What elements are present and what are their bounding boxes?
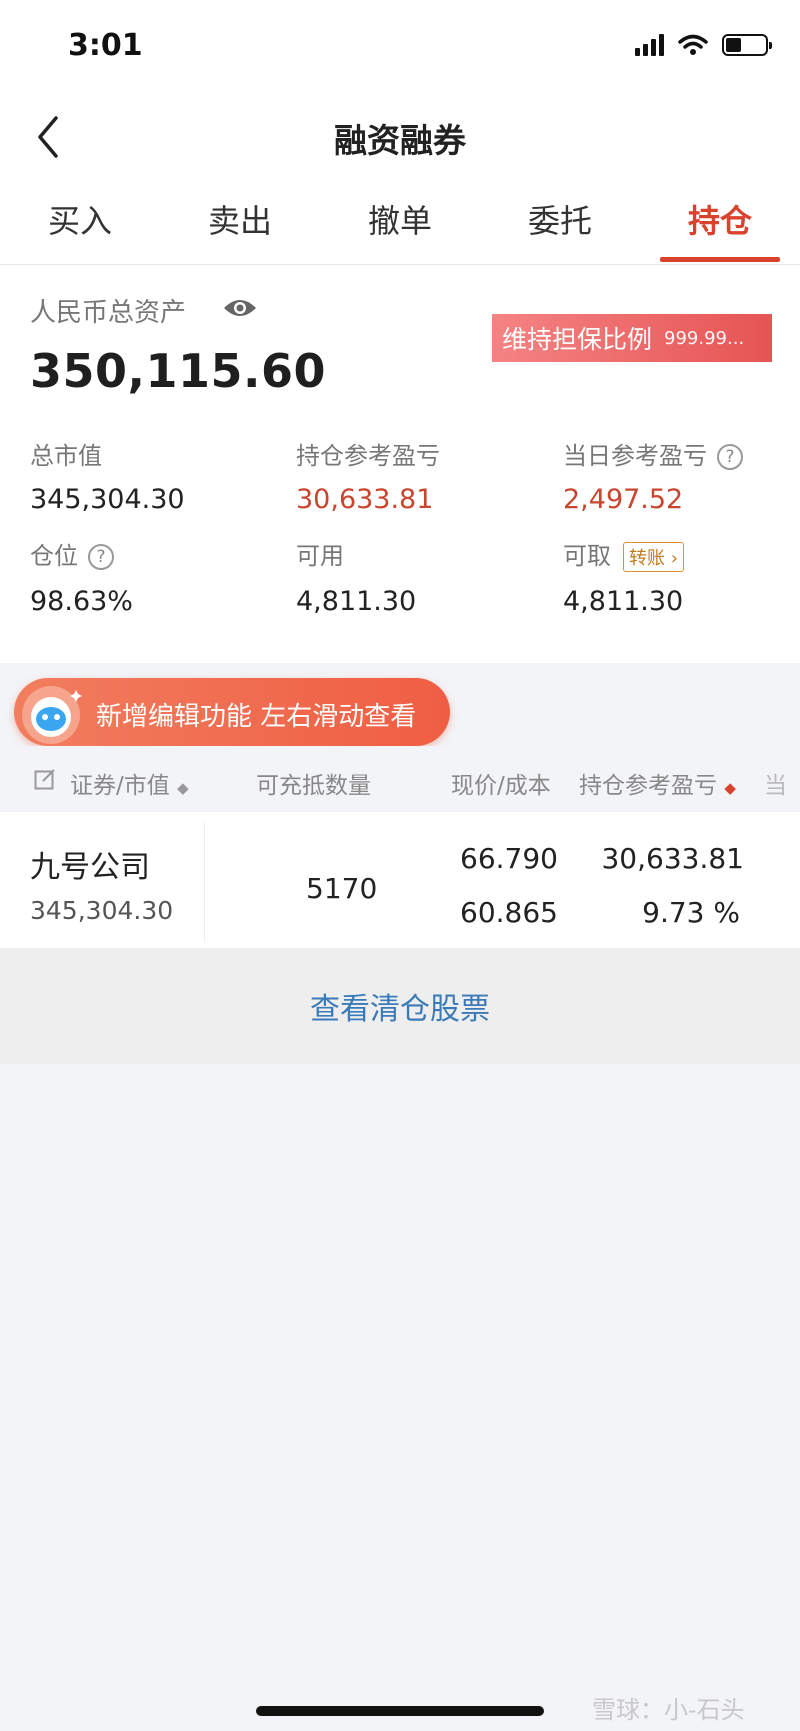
mascot-icon bbox=[22, 686, 82, 744]
sort-icon: ◆ bbox=[724, 779, 736, 797]
market-value-label: 总市值 bbox=[30, 442, 102, 470]
header-holding-pl[interactable]: 持仓参考盈亏 ◆ bbox=[579, 766, 736, 800]
maintenance-ratio-label: 维持担保比例 bbox=[502, 325, 653, 354]
market-value: 345,304.30 bbox=[30, 484, 185, 515]
available-value: 4,811.30 bbox=[296, 586, 417, 617]
total-assets-label: 人民币总资产 bbox=[30, 298, 187, 328]
view-cleared-stocks-link[interactable]: 查看清仓股票 bbox=[0, 948, 800, 1064]
collateral-qty: 5170 bbox=[306, 872, 378, 905]
holding-pl-value: 30,633.81 bbox=[296, 484, 434, 515]
active-tab-indicator bbox=[660, 257, 780, 262]
withdrawable-label-wrap: 可取 转账 › bbox=[563, 536, 684, 572]
daily-pl-label-wrap: 当日参考盈亏? bbox=[563, 436, 743, 471]
help-icon[interactable]: ? bbox=[88, 544, 114, 570]
sort-icon: ◆ bbox=[177, 779, 189, 797]
daily-pl-label: 当日参考盈亏 bbox=[563, 442, 707, 470]
status-icons bbox=[635, 34, 772, 56]
page-title: 融资融券 bbox=[334, 121, 466, 160]
signal-icon bbox=[635, 34, 664, 56]
trade-tabs: 买入 卖出 撤单 委托 持仓 bbox=[0, 190, 800, 264]
position-label-wrap: 仓位? bbox=[30, 536, 114, 571]
battery-icon bbox=[722, 34, 772, 56]
stock-name: 九号公司 bbox=[30, 850, 150, 885]
status-time: 3:01 bbox=[68, 28, 143, 63]
total-assets-value: 350,115.60 bbox=[30, 344, 327, 398]
header-price-cost: 现价/成本 bbox=[451, 773, 551, 799]
header-collateral-qty: 可充抵数量 bbox=[256, 773, 371, 799]
tab-buy[interactable]: 买入 bbox=[0, 190, 160, 264]
eye-icon[interactable] bbox=[222, 296, 258, 320]
tab-cancel[interactable]: 撤单 bbox=[320, 190, 480, 264]
holding-pl-percent: 9.73 % bbox=[642, 896, 740, 929]
maintenance-ratio-value: 999.99... bbox=[664, 327, 745, 349]
tab-sell[interactable]: 卖出 bbox=[160, 190, 320, 264]
current-price: 66.790 bbox=[460, 842, 558, 875]
holding-pl-label: 持仓参考盈亏 bbox=[296, 442, 440, 470]
transfer-button[interactable]: 转账 › bbox=[623, 542, 684, 572]
tab-positions[interactable]: 持仓 bbox=[640, 190, 800, 264]
cost-price: 60.865 bbox=[460, 896, 558, 929]
home-indicator[interactable] bbox=[256, 1706, 544, 1716]
watermark: 雪球：小-石头 bbox=[592, 1696, 745, 1724]
tab-orders[interactable]: 委托 bbox=[480, 190, 640, 264]
edit-icon[interactable] bbox=[34, 768, 56, 790]
header-overflow: 当 bbox=[764, 773, 787, 799]
help-icon[interactable]: ? bbox=[717, 444, 743, 470]
wifi-icon bbox=[678, 34, 708, 55]
available-label: 可用 bbox=[296, 542, 344, 570]
position-value: 98.63% bbox=[30, 586, 133, 617]
stock-market-value: 345,304.30 bbox=[30, 896, 174, 925]
frozen-column-divider bbox=[204, 822, 205, 942]
holding-pl-amount: 30,633.81 bbox=[601, 842, 744, 875]
position-label: 仓位 bbox=[30, 542, 78, 570]
withdrawable-label: 可取 bbox=[563, 542, 611, 570]
daily-pl-value: 2,497.52 bbox=[563, 484, 684, 515]
header-security[interactable]: 证券/市值 ◆ bbox=[70, 766, 189, 800]
promo-text: 新增编辑功能 左右滑动查看 bbox=[96, 702, 417, 732]
maintenance-ratio-badge[interactable]: 维持担保比例 999.99... bbox=[492, 314, 772, 362]
withdrawable-value: 4,811.30 bbox=[563, 586, 684, 617]
